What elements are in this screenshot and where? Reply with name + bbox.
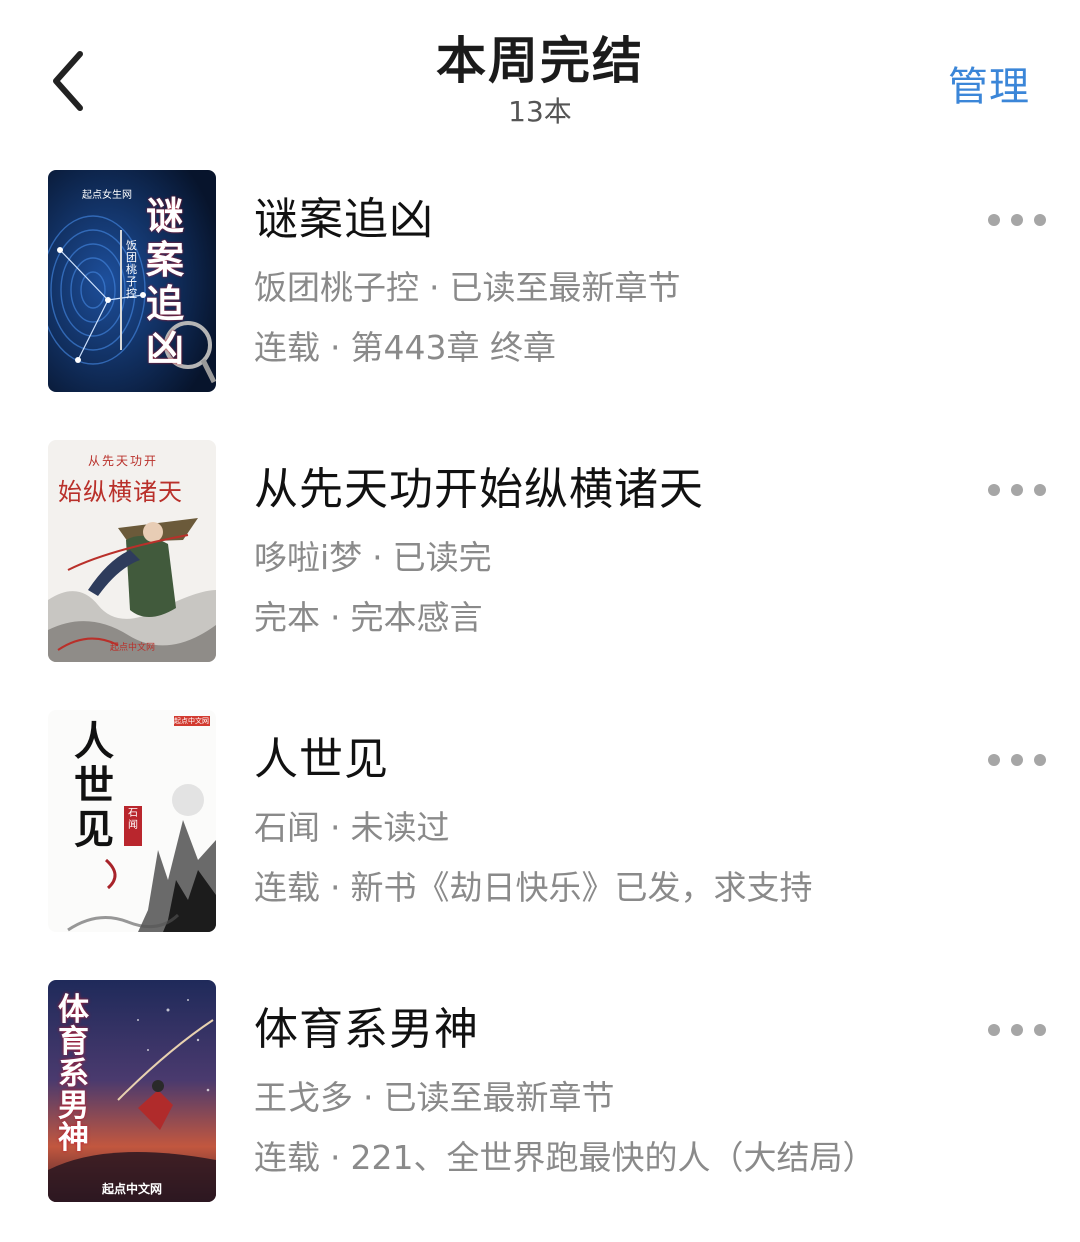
book-cover[interactable]: 起点女生网 谜案追凶 饭团桃子控	[48, 170, 216, 392]
more-options-icon[interactable]	[986, 748, 1048, 772]
book-meta: 王戈多 · 已读至最新章节	[254, 1078, 615, 1117]
book-cover[interactable]: 人世见 石闻 起点中文网	[48, 710, 216, 932]
title-block: 本周完结 13本	[0, 30, 1080, 130]
book-cover[interactable]: 体育系男神 起点中文网	[48, 980, 216, 1202]
book-count: 13本	[508, 95, 572, 128]
cover-author: 石闻	[128, 808, 138, 831]
page-title: 本周完结	[436, 32, 644, 90]
book-title[interactable]: 人世见	[254, 732, 389, 788]
book-cover[interactable]: 从先天功开 始纵横诸天 起点中文网	[48, 440, 216, 662]
read-status: 已读至最新章节	[449, 268, 681, 307]
cover-publisher: 起点中文网	[110, 643, 156, 653]
latest-chapter: 第443章 终章	[350, 328, 556, 367]
book-meta: 石闻 · 未读过	[254, 808, 450, 847]
book-meta: 饭团桃子控 · 已读至最新章节	[254, 268, 681, 307]
latest-chapter: 221、全世界跑最快的人（大结局）	[350, 1138, 876, 1177]
list-item[interactable]: 起点女生网 谜案追凶 饭团桃子控 谜案追凶 饭团桃子控 · 已读至最新章节 连载 · 第…	[0, 170, 1080, 400]
more-options-icon[interactable]	[986, 1018, 1048, 1042]
cover-title: 人世见	[74, 718, 114, 853]
book-author: 哆啦i梦	[254, 538, 363, 577]
cover-title: 体育系男神	[58, 992, 89, 1156]
book-title[interactable]: 从先天功开始纵横诸天	[254, 462, 704, 518]
book-latest: 完本 · 完本感言	[254, 598, 483, 637]
cover-publisher: 起点中文网	[102, 1182, 163, 1196]
cover-publisher: 起点中文网	[174, 717, 209, 725]
cover-small-title: 从先天功开	[88, 454, 159, 468]
book-author: 石闻	[254, 808, 320, 847]
serial-state: 连载	[254, 1138, 320, 1177]
list-item[interactable]: 体育系男神 起点中文网 体育系男神 王戈多 · 已读至最新章节 连载 · 221、全世界…	[0, 980, 1080, 1210]
book-latest: 连载 · 新书《劫日快乐》已发，求支持	[254, 868, 813, 907]
cover-publisher: 起点女生网	[82, 190, 132, 201]
serial-state: 连载	[254, 868, 320, 907]
more-options-icon[interactable]	[986, 478, 1048, 502]
serial-state: 连载	[254, 328, 320, 367]
book-author: 饭团桃子控	[254, 268, 419, 307]
latest-chapter: 完本感言	[350, 598, 483, 637]
book-title[interactable]: 体育系男神	[254, 1002, 479, 1058]
list-item[interactable]: 人世见 石闻 起点中文网 人世见 石闻 · 未读过 连载 · 新书《劫日快乐》已发，求支…	[0, 710, 1080, 940]
latest-chapter: 新书《劫日快乐》已发，求支持	[350, 868, 813, 907]
book-latest: 连载 · 221、全世界跑最快的人（大结局）	[254, 1138, 876, 1177]
cover-author: 饭团桃子控	[126, 239, 137, 300]
book-meta: 哆啦i梦 · 已读完	[254, 538, 492, 577]
more-options-icon[interactable]	[986, 208, 1048, 232]
book-title[interactable]: 谜案追凶	[254, 192, 434, 248]
book-latest: 连载 · 第443章 终章	[254, 328, 556, 367]
cover-title: 谜案追凶	[146, 194, 185, 370]
read-status: 未读过	[350, 808, 450, 847]
serial-state: 完本	[254, 598, 320, 637]
list-item[interactable]: 从先天功开 始纵横诸天 起点中文网 从先天功开始纵横诸天 哆啦i梦 · 已读完 完本…	[0, 440, 1080, 670]
read-status: 已读完	[392, 538, 492, 577]
book-author: 王戈多	[254, 1078, 353, 1117]
cover-title: 始纵横诸天	[58, 478, 183, 506]
manage-button[interactable]: 管理	[948, 54, 1030, 112]
top-bar: 本周完结 13本 管理	[0, 0, 1080, 150]
read-status: 已读至最新章节	[383, 1078, 615, 1117]
